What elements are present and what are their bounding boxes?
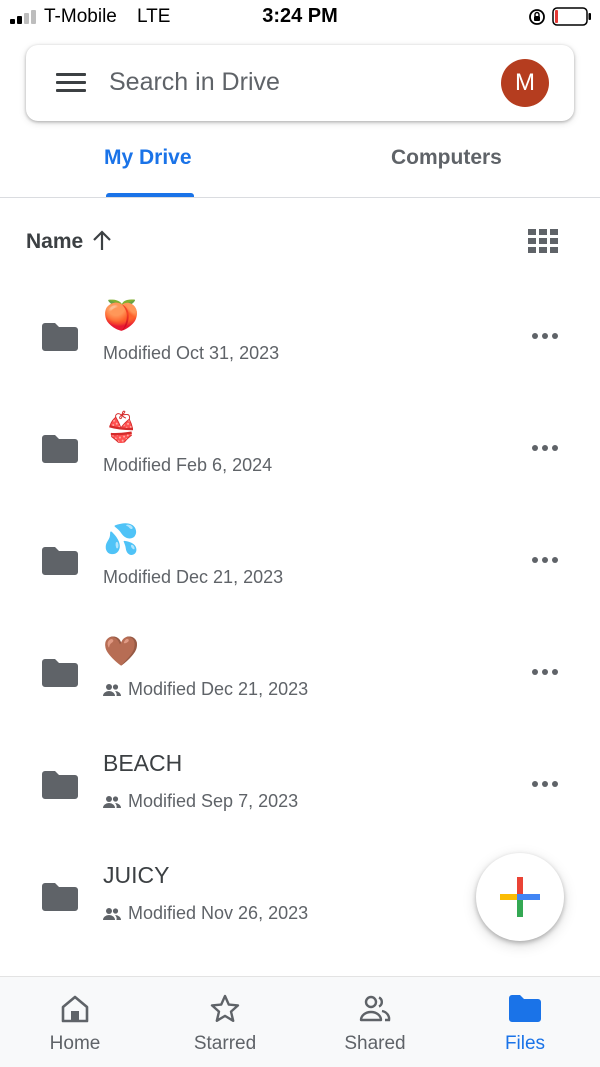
- folder-icon: [509, 995, 541, 1022]
- account-avatar[interactable]: M: [501, 59, 549, 107]
- status-time: 3:24 PM: [262, 5, 338, 27]
- folder-icon: [42, 659, 78, 687]
- search-input[interactable]: Search in Drive: [109, 68, 280, 97]
- tab-my-drive[interactable]: My Drive: [104, 146, 192, 170]
- file-name: 👙: [103, 412, 140, 444]
- modified-date: Modified Feb 6, 2024: [103, 455, 273, 475]
- plus-icon: [500, 877, 540, 917]
- nav-shared-label: Shared: [344, 1033, 406, 1054]
- battery-icon: [552, 7, 591, 26]
- nav-starred[interactable]: Starred: [150, 977, 300, 1067]
- shared-people-icon: [103, 796, 121, 808]
- more-options-icon[interactable]: [531, 556, 559, 564]
- nav-starred-label: Starred: [193, 1033, 257, 1054]
- folder-icon: [42, 435, 78, 463]
- modified-date: Modified Dec 21, 2023: [128, 679, 309, 699]
- rotation-lock-icon: [529, 9, 545, 25]
- home-icon: [61, 995, 89, 1023]
- shared-people-icon: [103, 684, 121, 696]
- file-list-item[interactable]: 👙 Modified Feb 6, 2024: [0, 392, 600, 504]
- nav-shared[interactable]: Shared: [300, 977, 450, 1067]
- modified-date: Modified Sep 7, 2023: [128, 791, 299, 811]
- search-bar[interactable]: Search in Drive M: [26, 45, 574, 121]
- file-name: BEACH: [103, 750, 183, 776]
- nav-home[interactable]: Home: [0, 977, 150, 1067]
- folder-icon: [42, 883, 78, 911]
- nav-files[interactable]: Files: [450, 977, 600, 1067]
- active-tab-indicator: [106, 193, 194, 197]
- folder-icon: [42, 547, 78, 575]
- file-name: 🍑: [103, 300, 140, 332]
- nav-home-label: Home: [49, 1033, 101, 1054]
- star-icon: [210, 994, 240, 1022]
- folder-icon: [42, 771, 78, 799]
- modified-date: Modified Nov 26, 2023: [128, 903, 309, 923]
- arrow-up-icon[interactable]: [91, 230, 113, 252]
- folder-icon: [42, 323, 78, 351]
- more-options-icon[interactable]: [531, 444, 559, 452]
- bottom-navigation: Home Starred Shared Files: [0, 976, 600, 1067]
- new-item-button[interactable]: [476, 853, 564, 941]
- tab-computers[interactable]: Computers: [391, 146, 502, 170]
- shared-icon: [359, 995, 391, 1022]
- file-list-item[interactable]: 🍑 Modified Oct 31, 2023: [0, 280, 600, 392]
- status-bar: T-Mobile LTE 3:24 PM: [0, 0, 600, 34]
- nav-files-label: Files: [504, 1033, 546, 1054]
- hamburger-menu-icon[interactable]: [56, 73, 86, 93]
- file-list-item[interactable]: BEACH Modified Sep 7, 2023: [0, 728, 600, 840]
- more-options-icon[interactable]: [531, 332, 559, 340]
- file-name: 💦: [103, 524, 140, 556]
- file-name: 🤎: [103, 636, 140, 668]
- modified-date: Modified Dec 21, 2023: [103, 567, 284, 587]
- grid-view-icon[interactable]: [528, 229, 558, 253]
- file-name: JUICY: [103, 862, 170, 888]
- drive-tabs: My Drive Computers: [0, 128, 600, 198]
- more-options-icon[interactable]: [531, 780, 559, 788]
- file-list-item[interactable]: 🤎 Modified Dec 21, 2023: [0, 616, 600, 728]
- shared-people-icon: [103, 908, 121, 920]
- more-options-icon[interactable]: [531, 668, 559, 676]
- file-list-item[interactable]: 💦 Modified Dec 21, 2023: [0, 504, 600, 616]
- modified-date: Modified Oct 31, 2023: [103, 343, 280, 363]
- sort-by-name-button[interactable]: Name: [26, 230, 83, 254]
